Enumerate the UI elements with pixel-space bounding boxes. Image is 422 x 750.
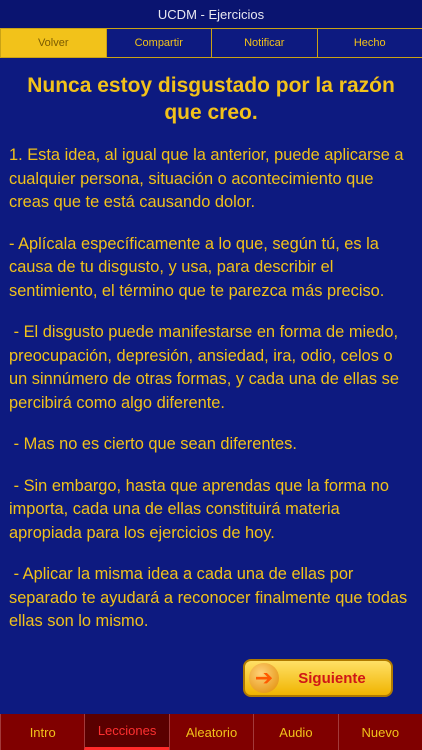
tab-nuevo-label: Nuevo [361, 724, 400, 740]
tab-lecciones[interactable]: Lecciones [84, 714, 169, 750]
lesson-paragraph: - Aplicar la misma idea a cada una de el… [9, 565, 412, 630]
tab-aleatorio-label: Aleatorio [185, 724, 238, 740]
share-button[interactable]: Compartir [105, 28, 212, 58]
lesson-title: Nunca estoy disgustado por la razón que … [27, 74, 395, 124]
arrow-right-icon: ➔ [249, 663, 279, 693]
done-button[interactable]: Hecho [316, 28, 422, 58]
app-title: UCDM - Ejercicios [157, 6, 265, 22]
lesson-paragraph: - Mas no es cierto que sean diferentes. [9, 435, 297, 453]
tab-audio[interactable]: Audio [253, 714, 337, 750]
lesson-paragraph: 1. Esta idea, al igual que la anterior, … [9, 146, 409, 211]
tab-nuevo[interactable]: Nuevo [337, 714, 422, 750]
back-button-label: Volver [37, 37, 69, 49]
tab-audio-label: Audio [279, 724, 313, 740]
share-button-label: Compartir [134, 37, 183, 49]
tab-intro[interactable]: Intro [0, 714, 84, 750]
lesson-content[interactable]: Nunca estoy disgustado por la razón que … [0, 58, 422, 714]
done-button-label: Hecho [353, 37, 386, 49]
app-title-bar: UCDM - Ejercicios [0, 0, 422, 28]
lesson-paragraph: - Sin embargo, hasta que aprendas que la… [9, 476, 394, 542]
tab-aleatorio[interactable]: Aleatorio [168, 714, 253, 750]
tab-lecciones-label: Lecciones [97, 723, 157, 738]
next-button-label: Siguiente [298, 669, 366, 687]
lesson-paragraph: - El disgusto puede manifestarse en form… [9, 323, 404, 412]
tab-intro-label: Intro [29, 724, 56, 740]
next-button[interactable]: ➔ Siguiente [243, 659, 393, 697]
notify-button[interactable]: Notificar [211, 28, 318, 58]
lesson-paragraph: - Aplícala específicamente a lo que, seg… [9, 234, 385, 300]
bottom-nav: Intro Lecciones Aleatorio Audio Nuevo [0, 714, 422, 750]
top-nav: Volver Compartir Notificar Hecho [0, 28, 422, 58]
notify-button-label: Notificar [244, 37, 285, 49]
lesson-body: 1. Esta idea, al igual que la anterior, … [9, 144, 412, 634]
back-button[interactable]: Volver [0, 28, 107, 58]
